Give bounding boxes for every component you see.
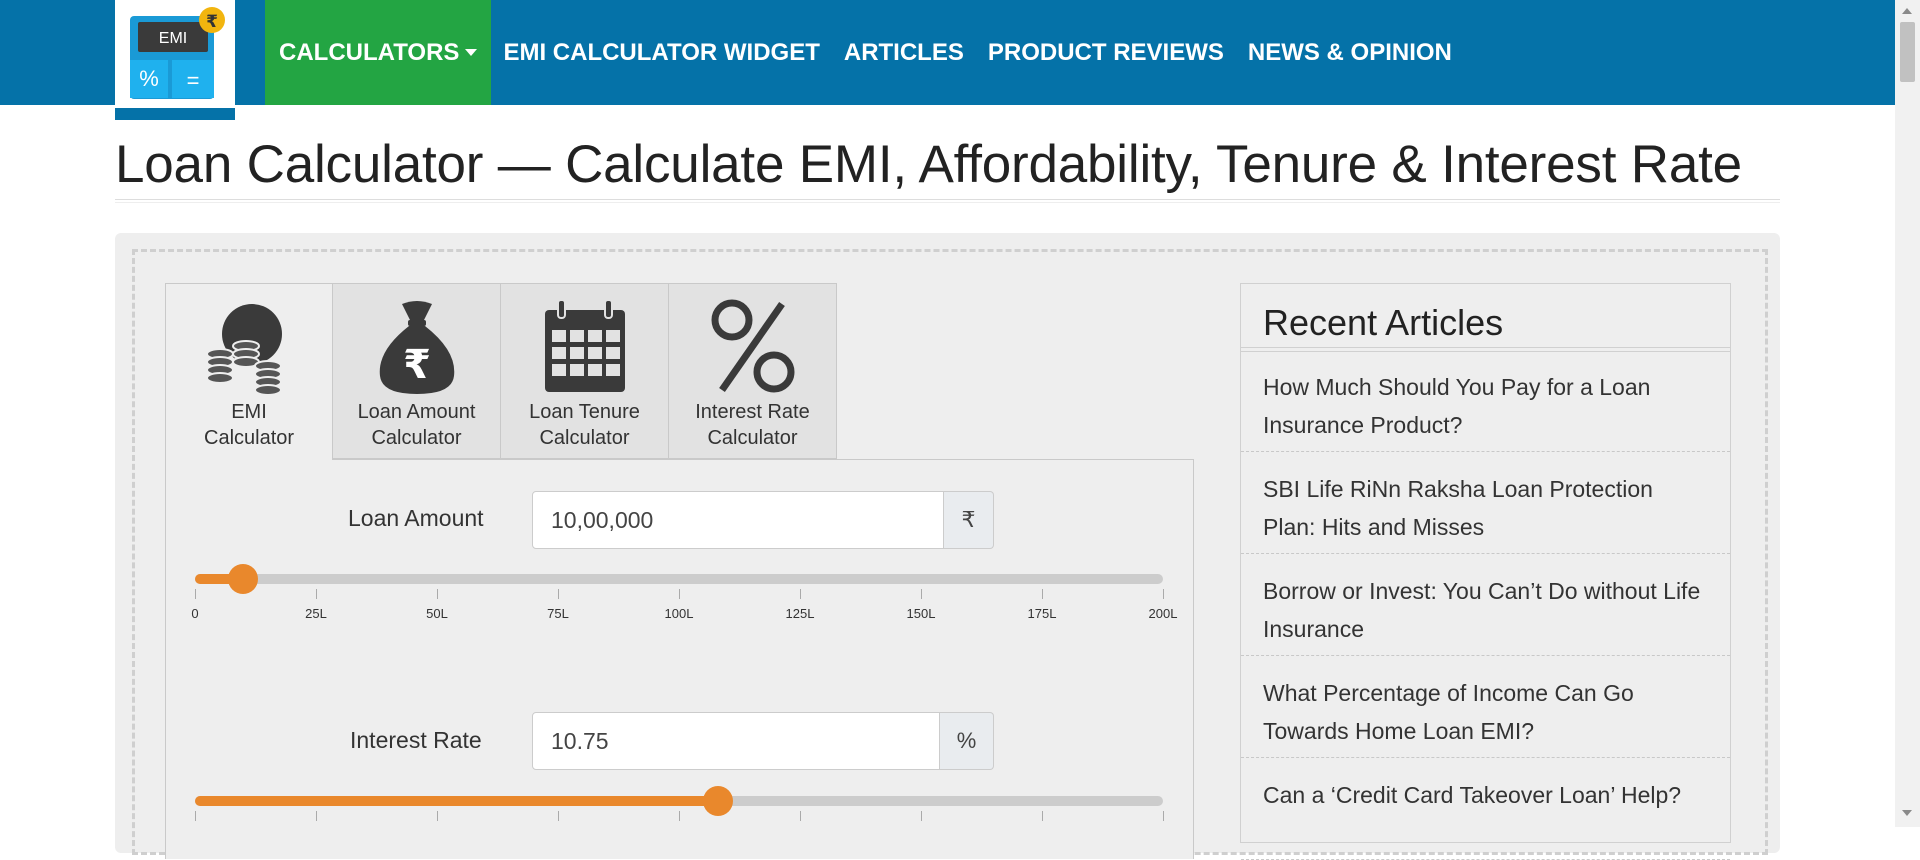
article-item: How Much Should You Pay for a Loan Insur… [1241,350,1730,452]
percent-icon [711,299,794,393]
scale-tick-label: 50L [426,606,448,621]
tab-emi-calculator[interactable]: EMI Calculator [165,283,333,461]
article-item: SBI Life RiNn Raksha Loan Protection Pla… [1241,452,1730,554]
recent-articles-sidebar: Recent Articles How Much Should You Pay … [1240,283,1731,860]
scale-tick [1042,811,1043,821]
calendar-icon [544,299,625,392]
article-link[interactable]: How Much Should You Pay for a Loan Insur… [1263,368,1703,444]
scale-tick [195,811,196,821]
scale-tick [316,589,317,599]
loan-amount-input[interactable]: 10,00,000 [532,491,944,549]
scale-tick [1042,589,1043,599]
scale-tick [921,589,922,599]
tab-label: Interest Rate Calculator [695,401,810,449]
scale-tick [1163,811,1164,821]
rupee-addon: ₹ [944,491,994,549]
loan-amount-label: Loan Amount [348,505,484,531]
tab-loan-amount-calculator[interactable]: ₹ Loan Amount Calculator [333,283,501,459]
scale-tick [921,811,922,821]
nav-articles[interactable]: ARTICLES [832,0,976,105]
scale-tick [558,811,559,821]
scale-tick [316,811,317,821]
main-nav: CALCULATORS EMI CALCULATOR WIDGET ARTICL… [265,0,1464,105]
scale-tick-label: 25L [305,606,327,621]
scale-tick-label: 175L [1027,606,1057,621]
interest-rate-label: Interest Rate [350,727,482,753]
article-item: Can a ‘Credit Card Takeover Loan’ Help? [1241,758,1730,860]
scale-tick [679,589,680,599]
interest-rate-slider-handle[interactable] [702,786,733,816]
scale-tick-label: 0 [191,606,199,621]
article-link[interactable]: What Percentage of Income Can Go Towards… [1263,674,1703,750]
emi-logo[interactable]: EMI % = ₹ [115,0,235,120]
scale-tick-label: 150L [906,606,936,621]
scale-tick [195,589,196,599]
scale-tick-label: 75L [547,606,569,621]
scale-tick [679,811,680,821]
svg-text:₹: ₹ [403,342,431,388]
interest-rate-input[interactable]: 10.75 [532,712,940,770]
page-title: Loan Calculator — Calculate EMI, Afforda… [115,135,1742,194]
article-item: What Percentage of Income Can Go Towards… [1241,656,1730,758]
svg-text:₹: ₹ [206,12,218,32]
coins-icon [206,304,282,396]
scale-tick [437,589,438,599]
article-link[interactable]: Borrow or Invest: You Can’t Do without L… [1263,572,1703,648]
scale-tick [1163,589,1164,599]
scale-tick [437,811,438,821]
article-link[interactable]: SBI Life RiNn Raksha Loan Protection Pla… [1263,470,1703,546]
scale-tick [800,811,801,821]
nav-product-reviews[interactable]: PRODUCT REVIEWS [976,0,1236,105]
loan-amount-slider[interactable] [195,564,1163,594]
tab-interest-rate-calculator[interactable]: Interest Rate Calculator [669,283,837,459]
tab-label: EMI Calculator [204,401,295,449]
scale-tick-label: 200L [1148,606,1178,621]
nav-news-opinion[interactable]: NEWS & OPINION [1236,0,1464,105]
svg-text:EMI: EMI [159,30,187,47]
calculator-tabs: EMI Calculator ₹ Loan Amount Calculator … [165,283,837,461]
scale-tick-label: 125L [785,606,815,621]
article-link[interactable]: Can a ‘Credit Card Takeover Loan’ Help? [1263,776,1703,814]
scale-tick [800,589,801,599]
scroll-up-arrow-icon[interactable] [1902,8,1912,14]
nav-emi-calculator-widget[interactable]: EMI CALCULATOR WIDGET [491,0,831,105]
interest-rate-slider-fill [195,796,718,806]
page-scrollbar[interactable] [1895,0,1920,827]
scale-tick [558,589,559,599]
tab-label: Loan Tenure Calculator [529,401,640,449]
caret-down-icon [465,49,478,56]
title-divider [115,199,1780,203]
percent-addon: % [940,712,994,770]
article-item: Borrow or Invest: You Can’t Do without L… [1241,554,1730,656]
sidebar-title: Recent Articles [1263,302,1504,343]
scale-tick-label: 100L [664,606,694,621]
tab-loan-tenure-calculator[interactable]: Loan Tenure Calculator [501,283,669,459]
money-bag-icon: ₹ [379,301,454,394]
scroll-thumb[interactable] [1900,22,1915,82]
svg-text:%: % [139,66,159,91]
nav-calculators[interactable]: CALCULATORS [265,0,492,105]
scroll-down-arrow-icon[interactable] [1902,810,1912,816]
interest-rate-slider[interactable] [195,786,1163,816]
svg-text:=: = [187,68,200,93]
tab-label: Loan Amount Calculator [357,401,476,449]
calculator-logo-icon: EMI % = ₹ [130,7,225,99]
